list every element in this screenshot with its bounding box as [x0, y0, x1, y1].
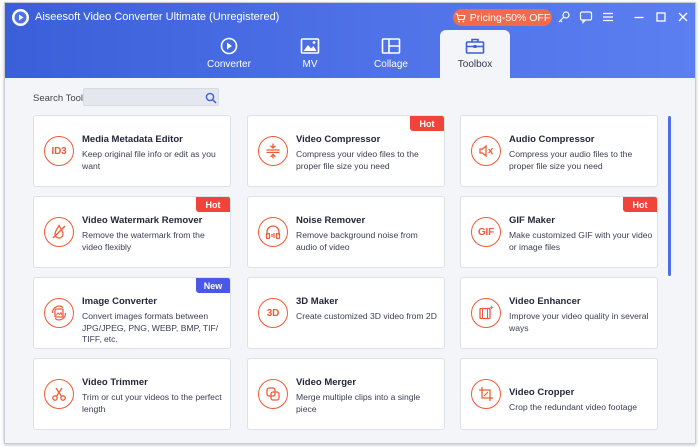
tool-title: Video Cropper — [509, 387, 575, 398]
tool-card-video-trimmer[interactable]: Video Trimmer Trim or cut your videos to… — [33, 358, 231, 430]
tool-title: Noise Remover — [296, 215, 366, 226]
merge-icon — [258, 379, 288, 409]
converter-icon — [220, 37, 238, 55]
tab-label: Converter — [207, 59, 251, 70]
watermark-icon — [44, 217, 74, 247]
search-input[interactable] — [83, 88, 219, 106]
enhance-icon — [471, 298, 501, 328]
tool-card-video-compressor[interactable]: Video Compressor Compress your video fil… — [247, 115, 445, 187]
key-icon[interactable] — [557, 10, 571, 24]
tool-title: 3D Maker — [296, 296, 339, 307]
minimize-icon[interactable] — [632, 10, 646, 24]
toolbox-icon — [465, 38, 485, 54]
tool-desc: Compress your video files to the proper … — [296, 149, 419, 171]
window-title: Aiseesoft Video Converter Ultimate (Unre… — [35, 11, 280, 23]
tool-card-image-converter[interactable]: Image Converter Convert images formats b… — [33, 277, 231, 349]
tool-title: Video Trimmer — [82, 377, 148, 388]
app-logo-icon — [12, 9, 29, 26]
scissors-icon — [44, 379, 74, 409]
tool-desc: Convert images formats between JPG/JPEG,… — [82, 311, 219, 344]
tool-card-noise-remover[interactable]: Noise Remover Remove background noise fr… — [247, 196, 445, 268]
tool-desc: Merge multiple clips into a single piece — [296, 392, 421, 414]
tool-card-video-cropper[interactable]: Video Cropper Crop the redundant video f… — [460, 358, 658, 430]
title-bar: Aiseesoft Video Converter Ultimate (Unre… — [5, 3, 695, 78]
tool-desc: Create customized 3D video from 2D — [296, 311, 437, 321]
hot-badge: Hot — [196, 197, 230, 212]
tool-desc: Trim or cut your videos to the perfect l… — [82, 392, 222, 414]
audio-compress-icon — [471, 136, 501, 166]
tool-card-video-watermark-remover[interactable]: Video Watermark Remover Remove the water… — [33, 196, 231, 268]
tool-desc: Make customized GIF with your video or i… — [509, 230, 653, 252]
tab-label: Collage — [374, 59, 408, 70]
chat-icon[interactable] — [579, 10, 593, 24]
tool-title: Video Merger — [296, 377, 357, 388]
pricing-label: Pricing-50% OFF — [469, 11, 551, 24]
id3-icon: ID3 — [44, 136, 74, 166]
tool-card-gif-maker[interactable]: GIF GIF Maker Make customized GIF with y… — [460, 196, 658, 268]
tool-card-audio-compressor[interactable]: Audio Compressor Compress your audio fil… — [460, 115, 658, 187]
tab-converter[interactable]: Converter — [194, 30, 264, 78]
menu-icon[interactable] — [601, 10, 615, 24]
image-convert-icon — [44, 298, 74, 328]
tool-card-3d-maker[interactable]: 3D 3D Maker Create customized 3D video f… — [247, 277, 445, 349]
close-icon[interactable] — [676, 10, 690, 24]
tab-mv[interactable]: MV — [275, 30, 345, 78]
tool-desc: Crop the redundant video footage — [509, 402, 638, 412]
search-label: Search Tool: — [33, 93, 86, 104]
maximize-icon[interactable] — [654, 10, 668, 24]
headphones-icon — [258, 217, 288, 247]
gif-icon: GIF — [471, 217, 501, 247]
tool-card-video-enhancer[interactable]: Video Enhancer Improve your video qualit… — [460, 277, 658, 349]
tool-card-video-merger[interactable]: Video Merger Merge multiple clips into a… — [247, 358, 445, 430]
tab-label: Toolbox — [457, 59, 493, 70]
tool-desc: Remove the watermark from the video flex… — [82, 230, 205, 252]
tab-toolbox[interactable]: Toolbox — [440, 30, 510, 78]
tab-collage[interactable]: Collage — [356, 30, 426, 78]
tool-title: GIF Maker — [509, 215, 555, 226]
tool-title: Video Compressor — [296, 134, 381, 145]
tool-title: Image Converter — [82, 296, 157, 307]
new-badge: New — [196, 278, 230, 293]
hot-badge: Hot — [623, 197, 657, 212]
tab-label: MV — [302, 59, 318, 70]
tool-desc: Remove background noise from audio of vi… — [296, 230, 418, 252]
tool-desc: Compress your audio files to the proper … — [509, 149, 633, 171]
tool-title: Video Watermark Remover — [82, 215, 203, 226]
mv-icon — [300, 38, 320, 54]
scrollbar-thumb[interactable] — [668, 116, 671, 276]
search-icon[interactable] — [205, 91, 217, 104]
crop-icon — [471, 379, 501, 409]
tool-title: Media Metadata Editor — [82, 134, 183, 145]
tool-title: Audio Compressor — [509, 134, 595, 145]
tool-desc: Improve your video quality in several wa… — [509, 311, 649, 333]
tool-title: Video Enhancer — [509, 296, 581, 307]
cart-icon — [455, 12, 466, 22]
tool-desc: Keep original file info or edit as you w… — [82, 149, 216, 171]
pricing-button[interactable]: Pricing-50% OFF — [453, 9, 552, 26]
app-window: Aiseesoft Video Converter Ultimate (Unre… — [4, 2, 696, 444]
collage-icon — [381, 38, 401, 54]
hot-badge: Hot — [410, 116, 444, 131]
3d-icon: 3D — [258, 298, 288, 328]
compress-icon — [258, 136, 288, 166]
tool-card-media-metadata-editor[interactable]: ID3 Media Metadata Editor Keep original … — [33, 115, 231, 187]
